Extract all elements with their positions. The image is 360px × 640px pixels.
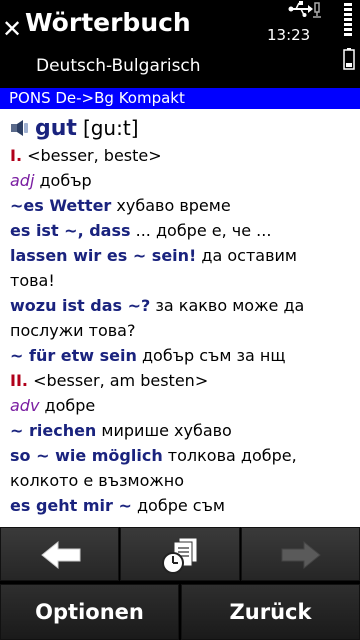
german-phrase: ~ riechen	[10, 421, 97, 440]
entry-line: II. <besser, am besten>	[10, 368, 355, 393]
translation: да оставим	[196, 246, 297, 265]
part-of-speech: adj	[10, 171, 35, 190]
german-phrase: es ist ~, dass	[10, 221, 131, 240]
battery-icon	[343, 48, 355, 70]
status-header: ✕ Wörterbuch Deutsch-Bulgarisch 13:23	[0, 0, 360, 88]
translation: добре съм	[131, 496, 225, 515]
grammar-note: <besser, am besten>	[27, 371, 209, 390]
phonetic-transcription: [gu:t]	[82, 116, 139, 140]
translation: мирише хубаво	[96, 421, 232, 440]
part-of-speech: adv	[10, 396, 40, 415]
translation: добър съм за нщ	[136, 346, 286, 365]
back-button[interactable]	[0, 527, 119, 581]
dictionary-direction: Deutsch-Bulgarisch	[36, 56, 201, 76]
german-phrase: wozu ist das ~?	[10, 296, 151, 315]
grammar-note: <besser, beste>	[22, 146, 162, 165]
german-phrase: lassen wir es ~ sein!	[10, 246, 197, 265]
entry-line: ~ für etw sein добър съм за нщ	[10, 343, 355, 368]
entry-line: I. <besser, beste>	[10, 143, 355, 168]
translation: хубаво време	[111, 196, 231, 215]
german-phrase: ~ für etw sein	[10, 346, 137, 365]
translation: за какво може да	[150, 296, 305, 315]
translation: това!	[10, 271, 55, 290]
clock: 13:23	[267, 26, 311, 44]
german-phrase: es geht mir ~	[10, 496, 132, 515]
entry-lines: I. <besser, beste> adj добър ~es Wetter …	[10, 143, 355, 518]
entry-line: послужи това?	[10, 318, 355, 343]
translation: добър	[34, 171, 92, 190]
entry-line: wozu ist das ~? за какво може да	[10, 293, 355, 318]
entry-line: es ist ~, dass ... добре е, че ...	[10, 218, 355, 243]
history-icon	[162, 537, 198, 574]
usb-icon	[288, 1, 313, 17]
entry-line: so ~ wie möglich толкова добре,	[10, 443, 355, 468]
toolbar	[0, 527, 360, 583]
signal-strength-icon	[344, 3, 352, 36]
arrow-left-icon	[41, 540, 81, 570]
entry-line: колкото е възможно	[10, 468, 355, 493]
german-phrase: so ~ wie möglich	[10, 446, 163, 465]
entry-line: ~ riechen мирише хубаво	[10, 418, 355, 443]
entry-line: това!	[10, 268, 355, 293]
entry-line: adv добре	[10, 393, 355, 418]
dictionary-name: PONS De->Bg Kompakt	[9, 89, 185, 107]
translation: толкова добре,	[162, 446, 297, 465]
close-icon[interactable]: ✕	[2, 17, 22, 41]
sense-number: I.	[10, 146, 23, 165]
translation: добре	[39, 396, 96, 415]
sense-number: II.	[10, 371, 28, 390]
dictionary-name-bar: PONS De->Bg Kompakt	[0, 88, 360, 109]
forward-button[interactable]	[241, 527, 360, 581]
entry-line: adj добър	[10, 168, 355, 193]
translation: ... добре е, че ...	[130, 221, 272, 240]
history-button[interactable]	[120, 527, 240, 581]
german-phrase: ~es Wetter	[10, 196, 112, 215]
entry-line: ~es Wetter хубаво време	[10, 193, 355, 218]
softkey-bar: Optionen Zurück	[0, 583, 360, 640]
back-softkey[interactable]: Zurück	[181, 584, 360, 640]
headword-row: gut [gu:t]	[10, 113, 139, 143]
entry-line: lassen wir es ~ sein! да оставим	[10, 243, 355, 268]
options-softkey[interactable]: Optionen	[0, 584, 179, 640]
app-title: Wörterbuch	[25, 8, 191, 37]
headword: gut	[35, 115, 77, 141]
arrow-right-icon	[281, 540, 321, 570]
accessory-icon	[313, 2, 321, 18]
entry-view[interactable]: gut [gu:t] I. <besser, beste> adj добър …	[0, 109, 360, 527]
translation: послужи това?	[10, 321, 136, 340]
entry-line: es geht mir ~ добре съм	[10, 493, 355, 518]
translation: колкото е възможно	[10, 471, 185, 490]
speaker-icon[interactable]	[10, 120, 30, 136]
